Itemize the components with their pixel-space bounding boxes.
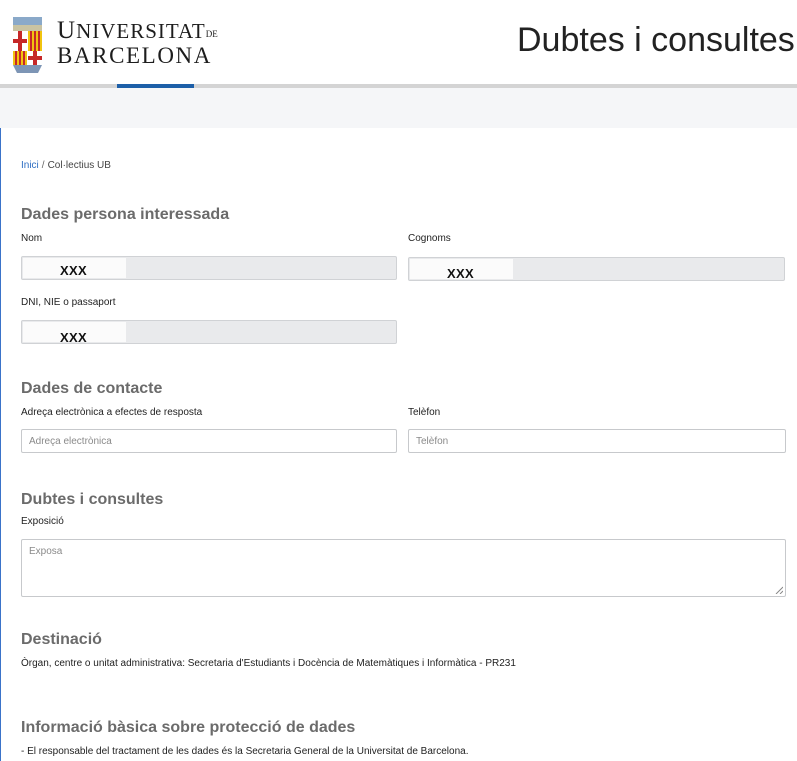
wordmark-rest: NIVERSITAT xyxy=(76,19,206,43)
phone-field[interactable] xyxy=(408,429,786,453)
section-title-destination: Destinació xyxy=(21,631,102,648)
phone-label: Telèfon xyxy=(408,407,441,418)
section-title-contact: Dades de contacte xyxy=(21,380,163,397)
wordmark-city: BARCELONA xyxy=(57,43,212,68)
section-title-privacy: Informació bàsica sobre protecció de dad… xyxy=(21,719,356,736)
university-wordmark: UNIVERSITATDE BARCELONA xyxy=(57,18,218,67)
wordmark-initial: U xyxy=(57,17,77,44)
surname-label: Cognoms xyxy=(408,233,451,244)
nav-band xyxy=(0,88,797,128)
email-input[interactable] xyxy=(22,430,396,452)
destination-text: Òrgan, centre o unitat administrativa: S… xyxy=(21,658,516,669)
site-header: UNIVERSITATDE BARCELONA Dubtes i consult… xyxy=(0,0,797,84)
name-label: Nom xyxy=(21,233,43,244)
surname-value: XXX xyxy=(447,266,474,281)
id-field[interactable]: XXX xyxy=(21,320,397,345)
name-value: XXX xyxy=(60,263,87,278)
privacy-line-1: - El responsable del tractament de les d… xyxy=(21,746,469,757)
exposition-textarea[interactable] xyxy=(22,540,785,596)
breadcrumb: Inici / Col·lectius UB xyxy=(21,160,111,171)
exposition-label: Exposició xyxy=(21,516,64,527)
surname-field[interactable]: XXX xyxy=(408,257,785,281)
breadcrumb-current: Col·lectius UB xyxy=(47,160,111,171)
resize-grip-icon[interactable] xyxy=(775,586,783,594)
id-label: DNI, NIE o passaport xyxy=(21,297,116,308)
email-field[interactable] xyxy=(21,429,397,453)
section-title-personal: Dades persona interessada xyxy=(21,206,230,223)
university-crest-logo[interactable] xyxy=(11,13,44,77)
exposition-field[interactable] xyxy=(21,539,786,597)
id-value: XXX xyxy=(60,330,87,345)
name-field[interactable]: XXX xyxy=(21,256,397,280)
breadcrumb-separator: / xyxy=(41,160,45,171)
phone-input[interactable] xyxy=(409,430,785,452)
wordmark-de: DE xyxy=(205,29,218,39)
email-label: Adreça electrònica a efectes de resposta xyxy=(21,407,203,418)
page-title: Dubtes i consultes xyxy=(517,21,795,59)
section-title-query: Dubtes i consultes xyxy=(21,491,164,508)
breadcrumb-home-link[interactable]: Inici xyxy=(21,160,39,171)
